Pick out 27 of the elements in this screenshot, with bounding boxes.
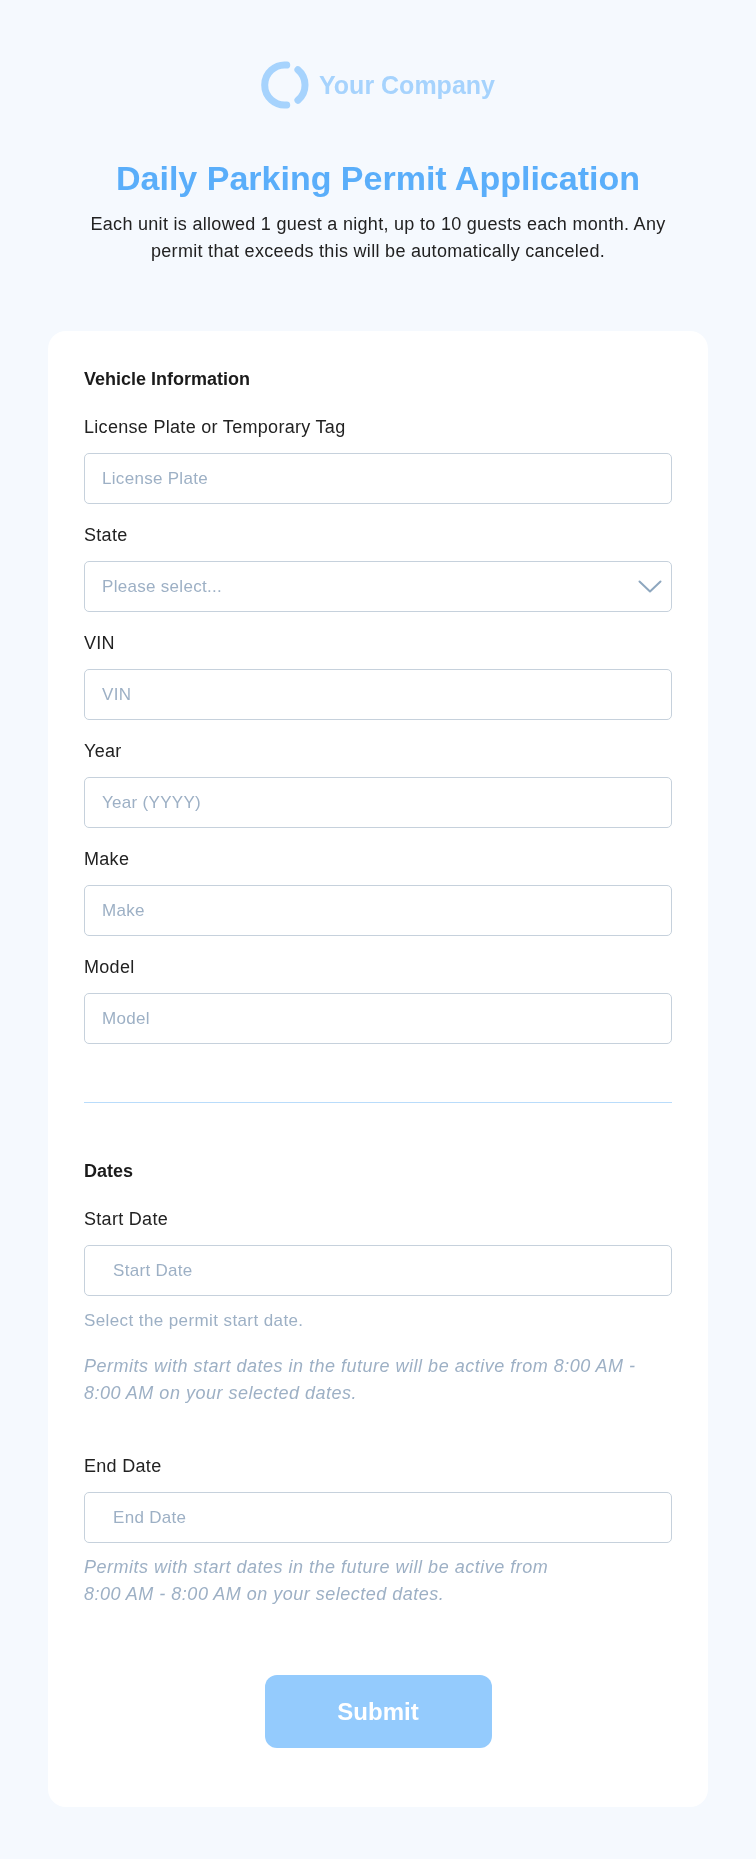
field-label: Year xyxy=(84,740,123,763)
text-input[interactable]: Model xyxy=(84,993,672,1044)
field-label: End Date xyxy=(84,1455,163,1478)
intro-text: Each unit is allowed 1 guest a night, up to 10 guests each month. Any permit that exceeds this will be automatically canceled. xyxy=(89,213,667,263)
chevron-down-icon xyxy=(638,580,662,593)
section-heading: Dates xyxy=(84,1160,135,1183)
note-text: Permits with start dates in the future will be active from 8:00 AM - 8:00 AM on your selected dates. xyxy=(84,1355,637,1405)
note-text: Permits with start dates in the future will be active from 8:00 AM - 8:00 AM on your selected dates. xyxy=(84,1556,550,1606)
submit-button[interactable]: Submit xyxy=(264,1675,492,1748)
field-label: State xyxy=(84,524,129,547)
select-field[interactable]: Please select... xyxy=(84,561,672,612)
field-label: Make xyxy=(84,848,131,871)
helper-text: Select the permit start date. xyxy=(84,1310,305,1332)
field-label: Start Date xyxy=(84,1208,170,1231)
text-input[interactable]: VIN xyxy=(84,669,672,720)
section-heading: Vehicle Information xyxy=(84,368,252,391)
text-input[interactable]: License Plate xyxy=(84,453,672,504)
date-input[interactable]: Start Date xyxy=(84,1245,672,1296)
date-input[interactable]: End Date xyxy=(84,1492,672,1543)
field-label: License Plate or Temporary Tag xyxy=(84,416,347,439)
text-input[interactable]: Make xyxy=(84,885,672,936)
company-name: Your Company xyxy=(319,70,495,100)
text-input[interactable]: Year (YYYY) xyxy=(84,777,672,828)
field-label: Model xyxy=(84,956,136,979)
page-title: Daily Parking Permit Application xyxy=(116,158,640,198)
ring-logo-icon xyxy=(261,61,309,109)
field-label: VIN xyxy=(84,632,116,655)
